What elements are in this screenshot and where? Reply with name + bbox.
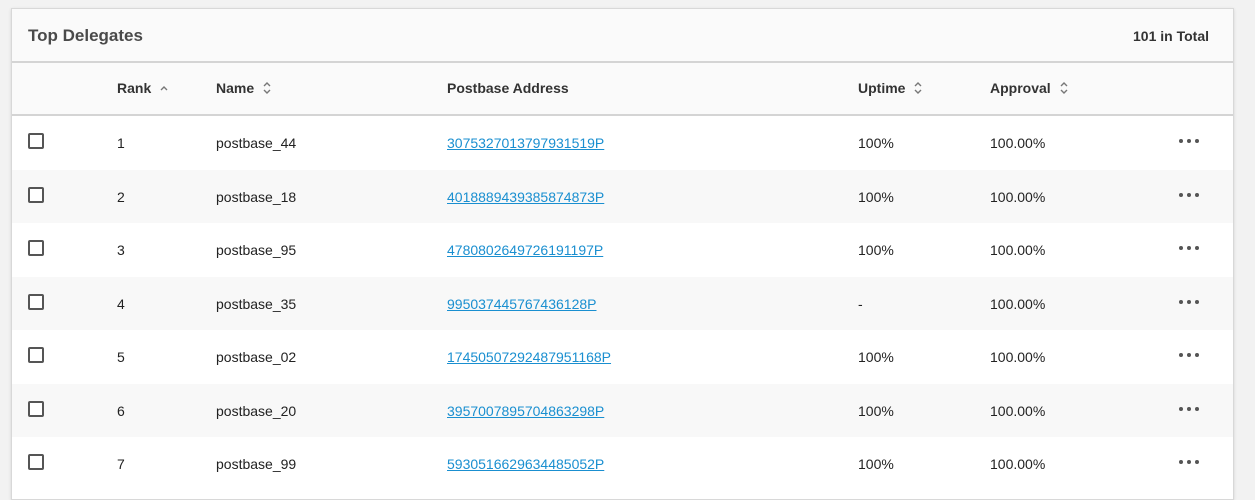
column-header-uptime-label: Uptime (858, 80, 906, 96)
table-row: 7 postbase_99 5930516629634485052P 100% … (12, 437, 1233, 491)
uptime-cell: 100% (858, 188, 894, 205)
table-row: 5 postbase_02 17450507292487951168P 100%… (12, 330, 1233, 384)
table-header: Rank Name Postbase Address Uptime Approv… (12, 63, 1233, 116)
name-cell: postbase_35 (216, 295, 297, 312)
rank-cell: 3 (117, 242, 125, 258)
table-row: 2 postbase_18 4018889439385874873P 100% … (12, 169, 1233, 223)
uptime-cell: 100% (858, 135, 894, 151)
address-link[interactable]: 995037445767436128P (447, 296, 597, 312)
sort-updown-icon (1060, 82, 1068, 94)
table-body: 1 postbase_44 3075327013797931519P 100% … (12, 116, 1233, 491)
table-row: 3 postbase_95 4780802649726191197P 100% … (12, 223, 1233, 277)
row-checkbox[interactable] (28, 347, 44, 363)
column-header-approval-label: Approval (990, 80, 1051, 96)
total-count: 101 in Total (1133, 28, 1209, 44)
row-checkbox[interactable] (28, 186, 44, 203)
column-header-uptime[interactable]: Uptime (858, 80, 923, 96)
card-header: Top Delegates 101 in Total (12, 9, 1233, 63)
more-horizontal-icon[interactable] (1179, 292, 1199, 312)
delegates-card: Top Delegates 101 in Total Rank Name Pos… (11, 8, 1234, 500)
sort-updown-icon (263, 82, 271, 94)
approval-cell: 100.00% (990, 402, 1046, 419)
rank-cell: 6 (117, 402, 125, 419)
name-cell: postbase_18 (216, 188, 297, 205)
row-checkbox[interactable] (28, 240, 44, 256)
row-checkbox[interactable] (28, 400, 44, 417)
more-horizontal-icon[interactable] (1179, 452, 1199, 472)
column-header-address-label: Postbase Address (447, 80, 569, 96)
rank-cell: 2 (117, 188, 125, 205)
name-cell: postbase_99 (216, 456, 297, 472)
address-link[interactable]: 4780802649726191197P (447, 242, 603, 258)
address-link[interactable]: 17450507292487951168P (447, 349, 611, 365)
approval-cell: 100.00% (990, 349, 1046, 365)
more-horizontal-icon[interactable] (1179, 399, 1199, 419)
name-cell: postbase_95 (216, 242, 297, 258)
approval-cell: 100.00% (990, 135, 1046, 151)
column-header-approval[interactable]: Approval (990, 80, 1069, 96)
column-header-rank[interactable]: Rank (117, 80, 169, 96)
uptime-cell: 100% (858, 456, 894, 472)
rank-cell: 5 (117, 349, 125, 365)
name-cell: postbase_44 (216, 135, 297, 151)
rank-cell: 4 (117, 295, 125, 312)
table-row: 1 postbase_44 3075327013797931519P 100% … (12, 116, 1233, 170)
table-row: 4 postbase_35 995037445767436128P - 100.… (12, 276, 1233, 330)
address-link[interactable]: 3957007895704863298P (447, 403, 604, 419)
rank-cell: 1 (117, 135, 125, 151)
approval-cell: 100.00% (990, 456, 1046, 472)
uptime-cell: - (858, 295, 863, 312)
address-link[interactable]: 3075327013797931519P (447, 135, 604, 151)
more-horizontal-icon[interactable] (1179, 185, 1199, 205)
rank-cell: 7 (117, 456, 125, 472)
column-header-name-label: Name (216, 80, 255, 96)
column-header-rank-label: Rank (117, 80, 152, 96)
uptime-cell: 100% (858, 349, 894, 365)
column-header-address: Postbase Address (447, 80, 569, 96)
row-checkbox[interactable] (28, 133, 44, 149)
approval-cell: 100.00% (990, 295, 1046, 312)
name-cell: postbase_20 (216, 402, 297, 419)
card-title: Top Delegates (28, 26, 143, 45)
name-cell: postbase_02 (216, 349, 297, 365)
more-horizontal-icon[interactable] (1179, 131, 1199, 151)
row-checkbox[interactable] (28, 454, 44, 470)
sort-updown-icon (914, 82, 922, 94)
approval-cell: 100.00% (990, 188, 1046, 205)
chevron-up-icon (160, 86, 168, 91)
column-header-name[interactable]: Name (216, 80, 272, 96)
address-link[interactable]: 4018889439385874873P (447, 189, 604, 205)
uptime-cell: 100% (858, 402, 894, 419)
uptime-cell: 100% (858, 242, 894, 258)
table-row: 6 postbase_20 3957007895704863298P 100% … (12, 383, 1233, 437)
row-checkbox[interactable] (28, 293, 44, 310)
more-horizontal-icon[interactable] (1179, 345, 1199, 365)
approval-cell: 100.00% (990, 242, 1046, 258)
address-link[interactable]: 5930516629634485052P (447, 456, 604, 472)
more-horizontal-icon[interactable] (1179, 238, 1199, 258)
